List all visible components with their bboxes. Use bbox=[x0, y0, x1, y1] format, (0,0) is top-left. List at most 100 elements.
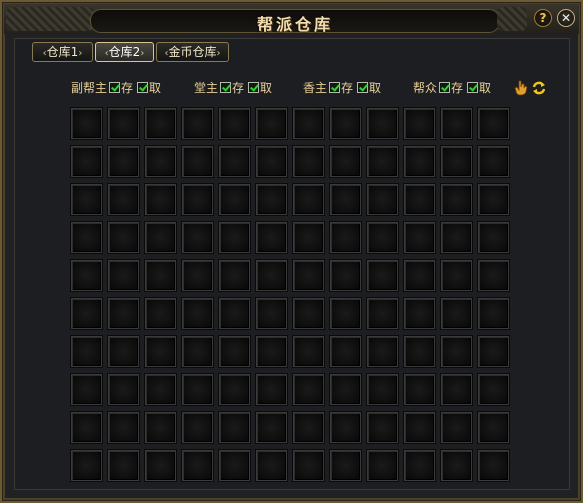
inventory-slot[interactable] bbox=[293, 412, 324, 443]
close-button[interactable]: ✕ bbox=[557, 9, 575, 27]
inventory-slot[interactable] bbox=[478, 260, 509, 291]
tab-gold-warehouse[interactable]: ‹金币仓库› bbox=[156, 42, 229, 62]
inventory-slot[interactable] bbox=[441, 450, 472, 481]
deposit-checkbox[interactable] bbox=[329, 82, 341, 93]
inventory-slot[interactable] bbox=[145, 450, 176, 481]
inventory-slot[interactable] bbox=[71, 108, 102, 139]
inventory-slot[interactable] bbox=[145, 298, 176, 329]
inventory-slot[interactable] bbox=[256, 108, 287, 139]
inventory-slot[interactable] bbox=[478, 298, 509, 329]
inventory-slot[interactable] bbox=[441, 374, 472, 405]
inventory-slot[interactable] bbox=[478, 374, 509, 405]
inventory-slot[interactable] bbox=[182, 336, 213, 367]
withdraw-checkbox[interactable] bbox=[248, 82, 260, 93]
inventory-slot[interactable] bbox=[441, 146, 472, 177]
inventory-slot[interactable] bbox=[182, 184, 213, 215]
inventory-slot[interactable] bbox=[182, 260, 213, 291]
inventory-slot[interactable] bbox=[256, 260, 287, 291]
title-bar[interactable]: 帮派仓库 bbox=[4, 4, 579, 34]
inventory-slot[interactable] bbox=[293, 450, 324, 481]
inventory-slot[interactable] bbox=[256, 374, 287, 405]
inventory-slot[interactable] bbox=[367, 298, 398, 329]
inventory-slot[interactable] bbox=[182, 146, 213, 177]
inventory-slot[interactable] bbox=[404, 298, 435, 329]
inventory-slot[interactable] bbox=[330, 336, 361, 367]
inventory-slot[interactable] bbox=[256, 222, 287, 253]
inventory-slot[interactable] bbox=[108, 108, 139, 139]
inventory-slot[interactable] bbox=[441, 184, 472, 215]
deposit-checkbox[interactable] bbox=[220, 82, 232, 93]
inventory-slot[interactable] bbox=[145, 412, 176, 443]
inventory-slot[interactable] bbox=[478, 108, 509, 139]
inventory-slot[interactable] bbox=[367, 374, 398, 405]
inventory-slot[interactable] bbox=[404, 146, 435, 177]
inventory-slot[interactable] bbox=[108, 184, 139, 215]
inventory-slot[interactable] bbox=[71, 146, 102, 177]
inventory-slot[interactable] bbox=[108, 260, 139, 291]
inventory-slot[interactable] bbox=[330, 184, 361, 215]
inventory-slot[interactable] bbox=[108, 298, 139, 329]
tab-warehouse-2[interactable]: ‹仓库2› bbox=[95, 42, 154, 62]
inventory-slot[interactable] bbox=[441, 222, 472, 253]
inventory-slot[interactable] bbox=[478, 222, 509, 253]
help-button[interactable]: ? bbox=[534, 9, 552, 27]
inventory-slot[interactable] bbox=[330, 146, 361, 177]
inventory-slot[interactable] bbox=[478, 450, 509, 481]
inventory-slot[interactable] bbox=[145, 184, 176, 215]
inventory-slot[interactable] bbox=[219, 260, 250, 291]
inventory-slot[interactable] bbox=[478, 184, 509, 215]
inventory-slot[interactable] bbox=[219, 298, 250, 329]
refresh-icon[interactable] bbox=[531, 80, 547, 96]
inventory-slot[interactable] bbox=[293, 298, 324, 329]
tab-warehouse-1[interactable]: ‹仓库1› bbox=[32, 42, 93, 62]
inventory-slot[interactable] bbox=[219, 336, 250, 367]
inventory-slot[interactable] bbox=[367, 336, 398, 367]
inventory-slot[interactable] bbox=[182, 108, 213, 139]
inventory-slot[interactable] bbox=[71, 412, 102, 443]
inventory-slot[interactable] bbox=[441, 260, 472, 291]
inventory-slot[interactable] bbox=[182, 374, 213, 405]
inventory-slot[interactable] bbox=[330, 412, 361, 443]
inventory-slot[interactable] bbox=[108, 412, 139, 443]
inventory-slot[interactable] bbox=[441, 336, 472, 367]
withdraw-checkbox[interactable] bbox=[357, 82, 369, 93]
inventory-slot[interactable] bbox=[330, 450, 361, 481]
inventory-slot[interactable] bbox=[404, 450, 435, 481]
inventory-slot[interactable] bbox=[478, 412, 509, 443]
inventory-slot[interactable] bbox=[293, 336, 324, 367]
inventory-slot[interactable] bbox=[293, 260, 324, 291]
inventory-slot[interactable] bbox=[330, 108, 361, 139]
inventory-slot[interactable] bbox=[108, 146, 139, 177]
inventory-slot[interactable] bbox=[145, 222, 176, 253]
inventory-slot[interactable] bbox=[441, 412, 472, 443]
inventory-slot[interactable] bbox=[256, 412, 287, 443]
inventory-slot[interactable] bbox=[256, 184, 287, 215]
inventory-slot[interactable] bbox=[219, 412, 250, 443]
inventory-slot[interactable] bbox=[219, 222, 250, 253]
inventory-slot[interactable] bbox=[478, 336, 509, 367]
inventory-slot[interactable] bbox=[182, 222, 213, 253]
inventory-slot[interactable] bbox=[404, 108, 435, 139]
inventory-slot[interactable] bbox=[293, 374, 324, 405]
inventory-slot[interactable] bbox=[404, 184, 435, 215]
inventory-slot[interactable] bbox=[330, 374, 361, 405]
inventory-slot[interactable] bbox=[182, 298, 213, 329]
inventory-slot[interactable] bbox=[404, 260, 435, 291]
inventory-slot[interactable] bbox=[256, 336, 287, 367]
inventory-slot[interactable] bbox=[108, 374, 139, 405]
inventory-slot[interactable] bbox=[182, 412, 213, 443]
inventory-slot[interactable] bbox=[367, 222, 398, 253]
inventory-slot[interactable] bbox=[404, 222, 435, 253]
inventory-slot[interactable] bbox=[330, 222, 361, 253]
inventory-slot[interactable] bbox=[478, 146, 509, 177]
inventory-slot[interactable] bbox=[219, 184, 250, 215]
inventory-slot[interactable] bbox=[219, 450, 250, 481]
deposit-checkbox[interactable] bbox=[439, 82, 451, 93]
inventory-slot[interactable] bbox=[367, 184, 398, 215]
inventory-slot[interactable] bbox=[71, 374, 102, 405]
inventory-slot[interactable] bbox=[256, 450, 287, 481]
inventory-slot[interactable] bbox=[219, 374, 250, 405]
inventory-slot[interactable] bbox=[441, 298, 472, 329]
inventory-slot[interactable] bbox=[71, 222, 102, 253]
hand-icon[interactable] bbox=[514, 80, 528, 96]
